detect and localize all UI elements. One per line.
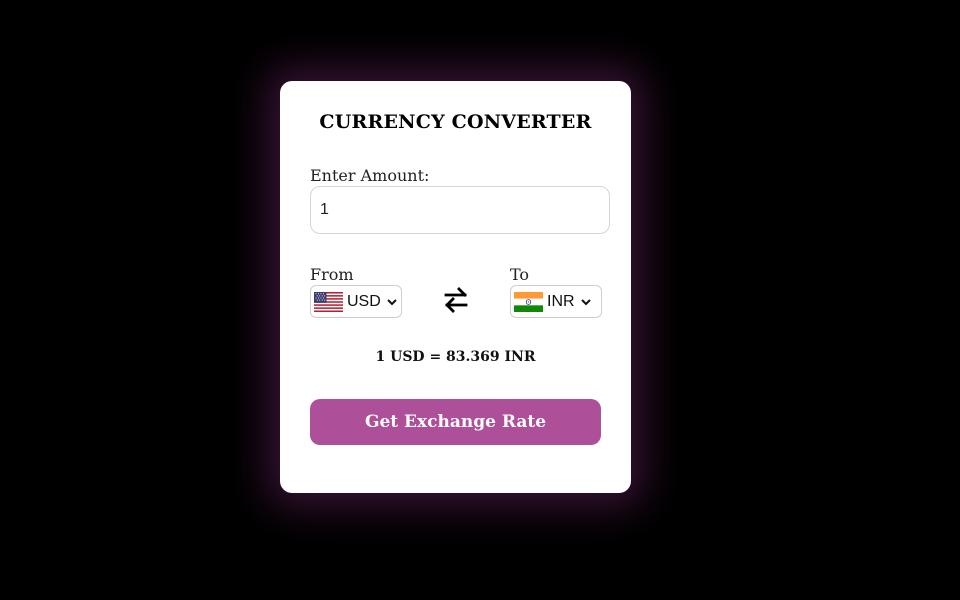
amount-input[interactable] xyxy=(310,186,610,234)
chevron-down-icon xyxy=(580,298,591,305)
swap-arrows-icon[interactable] xyxy=(444,286,468,314)
from-label: From xyxy=(310,265,354,284)
exchange-rate-text: 1 USD = 83.369 INR xyxy=(375,349,536,365)
india-flag-icon xyxy=(514,291,543,312)
to-label: To xyxy=(510,265,530,284)
amount-label: Enter Amount: xyxy=(310,166,430,185)
page-title: CURRENCY CONVERTER xyxy=(319,111,592,133)
from-currency-select[interactable]: USD xyxy=(310,285,402,318)
get-exchange-rate-button[interactable]: Get Exchange Rate xyxy=(310,399,601,445)
converter-card: CURRENCY CONVERTER Enter Amount: From US… xyxy=(280,81,631,493)
from-currency-code: USD xyxy=(347,292,381,310)
us-flag-icon xyxy=(314,291,343,312)
to-currency-code: INR xyxy=(547,292,575,310)
chevron-down-icon xyxy=(387,298,397,305)
to-currency-select[interactable]: INR xyxy=(510,285,602,318)
